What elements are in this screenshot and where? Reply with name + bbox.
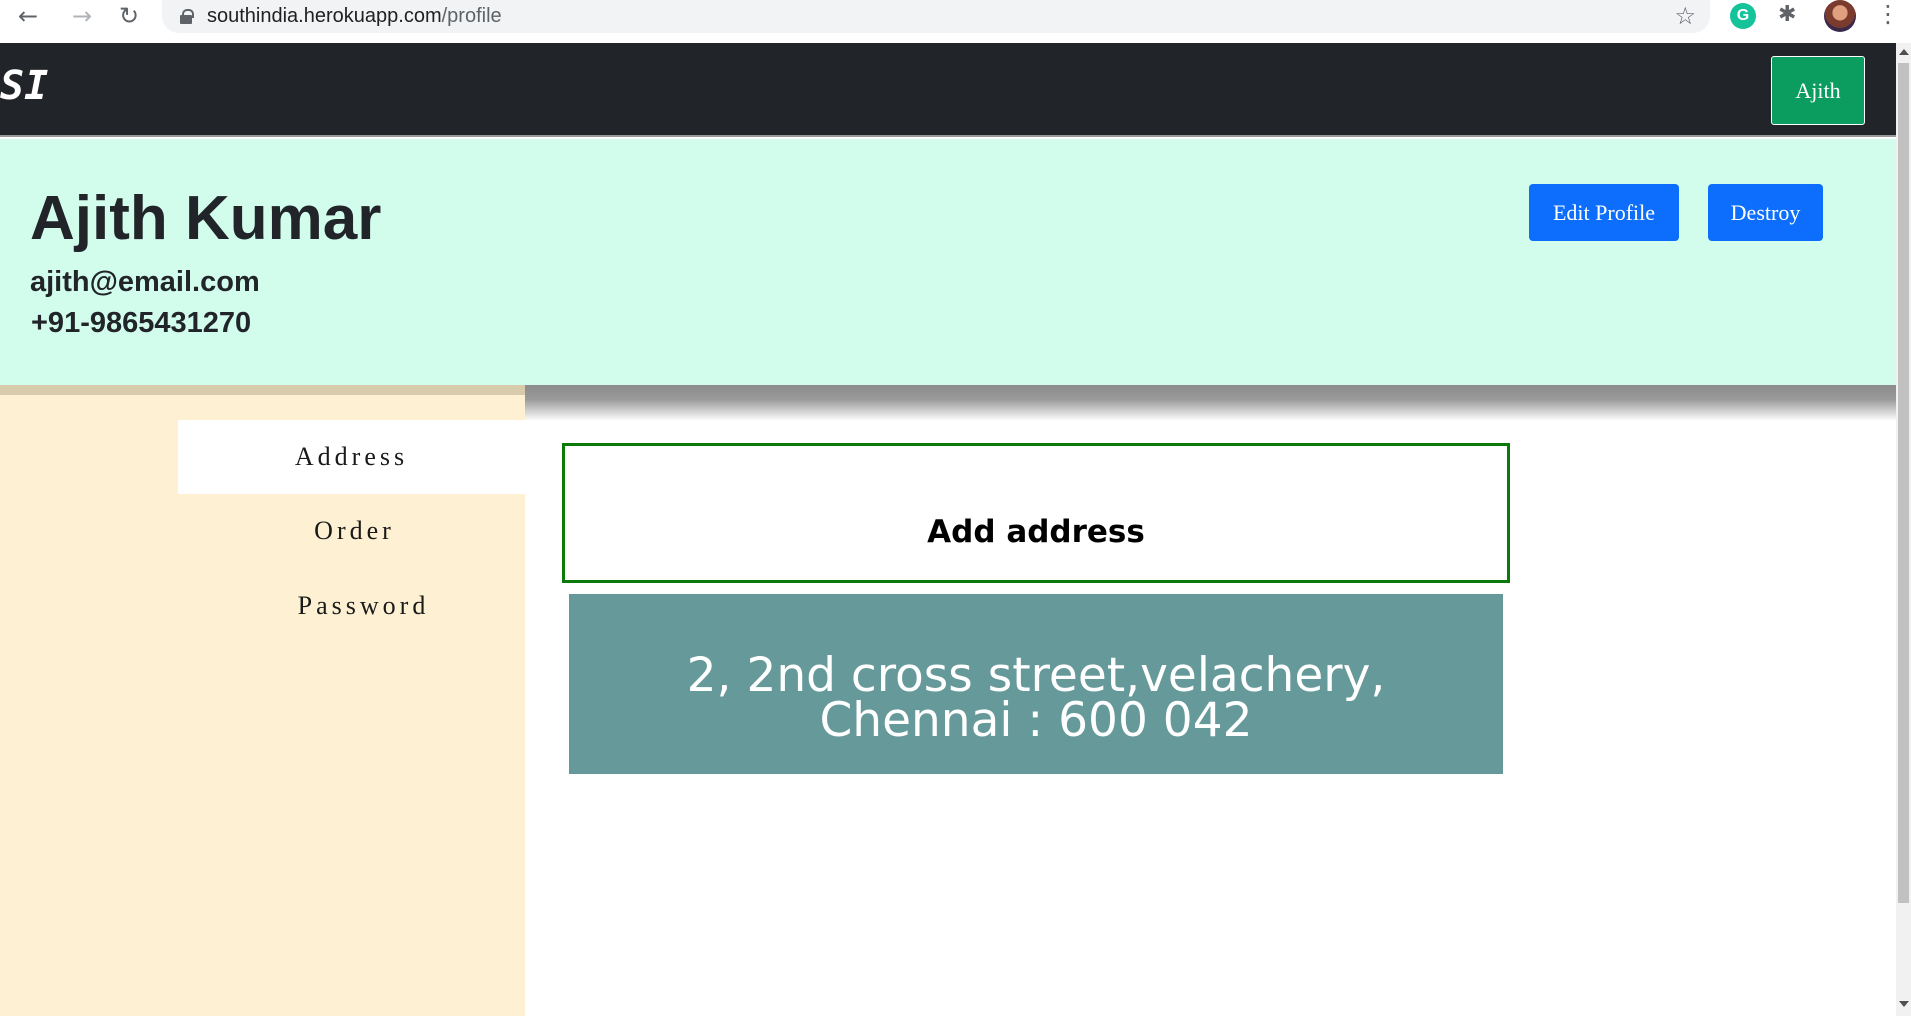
sidebar-item-order[interactable]: Order (181, 494, 528, 568)
scroll-up-arrow-icon[interactable] (1899, 49, 1909, 55)
user-menu-button[interactable]: Ajith (1771, 56, 1865, 125)
address-card[interactable]: 2, 2nd cross street,velachery, Chennai :… (569, 594, 1503, 774)
url-host: southindia.herokuapp.com (207, 5, 442, 27)
profile-name: Ajith Kumar (30, 184, 382, 253)
top-navbar: SI Ajith (0, 43, 1896, 137)
reload-icon[interactable]: ↻ (109, 0, 149, 32)
page-viewport: SI Ajith Ajith Kumar ajith@email.com +91… (0, 43, 1896, 1016)
scroll-thumb[interactable] (1898, 63, 1909, 903)
browser-profile-avatar[interactable] (1824, 0, 1856, 32)
add-address-label: Add address (927, 514, 1145, 550)
forward-icon[interactable]: → (62, 0, 102, 32)
page-scrollbar[interactable] (1896, 43, 1911, 1016)
back-icon[interactable]: ← (8, 0, 48, 32)
bookmark-star-icon[interactable]: ☆ (1674, 2, 1696, 30)
browser-toolbar: ← → ↻ southindia.herokuapp.com/profile ☆… (0, 0, 1911, 43)
sidebar-top-edge (0, 385, 525, 395)
scroll-down-arrow-icon[interactable] (1899, 1001, 1909, 1007)
brand-logo[interactable]: SI (0, 63, 48, 109)
destroy-button[interactable]: Destroy (1708, 184, 1823, 241)
extensions-puzzle-icon[interactable]: ✱ (1778, 2, 1796, 27)
lock-icon[interactable] (180, 9, 194, 24)
profile-email: ajith@email.com (30, 266, 260, 298)
profile-phone: +91-9865431270 (31, 307, 252, 339)
sidebar-item-password[interactable]: Password (190, 569, 537, 643)
url-text[interactable]: southindia.herokuapp.com/profile (207, 5, 502, 28)
add-address-button[interactable]: Add address (562, 443, 1510, 583)
profile-header: Ajith Kumar ajith@email.com +91-98654312… (0, 139, 1896, 385)
url-path: /profile (441, 5, 502, 27)
address-bar[interactable]: southindia.herokuapp.com/profile ☆ (162, 0, 1710, 33)
browser-menu-icon[interactable]: ⋮ (1876, 0, 1900, 28)
sidebar-item-address[interactable]: Address (178, 420, 525, 494)
edit-profile-button[interactable]: Edit Profile (1529, 184, 1679, 241)
grammarly-extension-icon[interactable]: G (1730, 3, 1756, 29)
